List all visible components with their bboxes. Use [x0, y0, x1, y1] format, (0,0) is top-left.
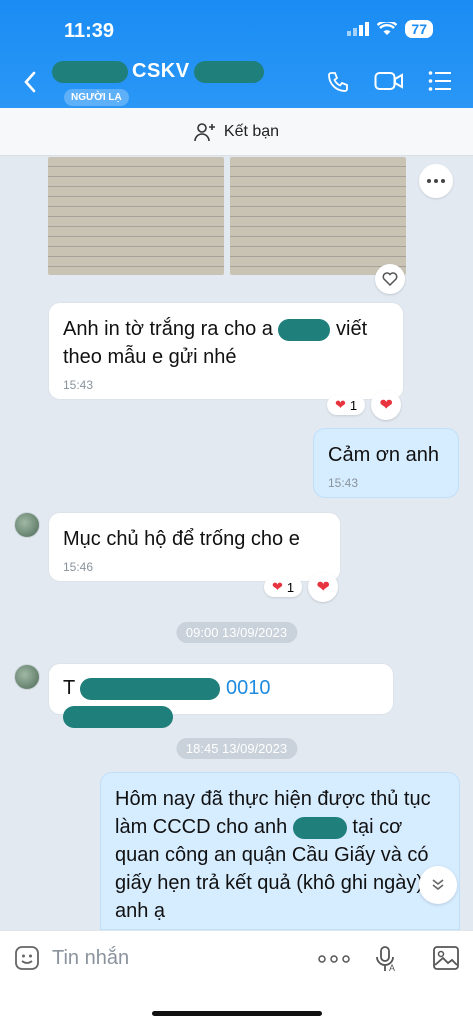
chat-header: 11:39 77 CSKV NGƯỜI LẠ [0, 0, 473, 108]
redacted-name [193, 60, 264, 83]
add-friend-label: Kết bạn [223, 122, 280, 140]
mic-icon[interactable]: A [374, 945, 398, 973]
photo-message[interactable] [48, 157, 406, 275]
redacted-text [292, 816, 347, 839]
document-photo [230, 157, 406, 275]
chevron-down-icon [432, 879, 444, 891]
message-input[interactable]: Tin nhắn [52, 947, 129, 970]
redacted-text [80, 677, 221, 700]
incoming-message[interactable]: T 0010 [48, 663, 394, 728]
document-photo [48, 157, 224, 275]
add-friend-button[interactable]: Kết bạn [0, 108, 473, 156]
message-time: 15:43 [328, 476, 359, 490]
phone-icon[interactable] [326, 70, 350, 94]
sticker-icon[interactable] [14, 945, 40, 971]
conversation-title[interactable]: CSKV NGƯỜI LẠ [52, 60, 272, 106]
heart-outline-icon [382, 272, 398, 286]
video-icon[interactable] [374, 70, 404, 92]
outgoing-message[interactable]: Hôm nay đã thực hiện được thủ tục làm CC… [100, 772, 460, 930]
message-composer: Tin nhắn A [0, 930, 473, 1024]
home-indicator [152, 1011, 322, 1016]
outgoing-message[interactable]: Cảm ơn anh 15:43 [313, 428, 459, 498]
message-link[interactable]: 0010 [226, 677, 271, 699]
redacted-text [63, 705, 173, 728]
ellipsis-icon[interactable] [318, 955, 350, 963]
menu-icon[interactable] [428, 70, 452, 92]
react-button[interactable] [375, 264, 405, 294]
status-indicators: 77 [347, 20, 433, 38]
message-text: Anh in tờ trắng ra cho a [63, 318, 273, 340]
back-arrow-icon[interactable] [22, 70, 38, 94]
redacted-name [52, 60, 128, 83]
status-time: 11:39 [64, 20, 115, 42]
redacted-text [278, 318, 331, 341]
message-text: T [63, 677, 75, 699]
heart-react-button[interactable]: ❤ [371, 390, 402, 420]
incoming-message[interactable]: Anh in tờ trắng ra cho a viết theo mẫu e… [48, 302, 404, 400]
reaction-summary[interactable]: ❤ 1 ❤ [264, 572, 339, 602]
image-icon[interactable] [432, 945, 460, 971]
scroll-down-button[interactable] [419, 866, 457, 904]
date-separator: 18:45 13/09/2023 [175, 738, 298, 759]
add-user-icon [194, 122, 215, 141]
heart-icon: ❤ [316, 579, 330, 596]
signal-icon [347, 22, 370, 36]
contact-name: CSKV [132, 60, 190, 82]
more-icon [427, 179, 445, 183]
battery-indicator: 77 [405, 20, 433, 38]
reaction-summary[interactable]: ❤ 1 ❤ [327, 390, 402, 420]
wifi-icon [377, 22, 398, 35]
avatar[interactable] [14, 664, 40, 690]
heart-react-button[interactable]: ❤ [308, 572, 339, 602]
reaction-count: 1 [286, 579, 295, 595]
stranger-badge: NGƯỜI LẠ [64, 89, 129, 106]
message-text: Cảm ơn anh [328, 444, 439, 466]
heart-icon: ❤ [335, 397, 346, 412]
message-text: Mục chủ hộ để trống cho e [63, 528, 300, 550]
more-options-button[interactable] [419, 164, 453, 198]
heart-icon: ❤ [272, 579, 283, 594]
avatar[interactable] [14, 512, 40, 538]
reaction-count: 1 [349, 397, 358, 413]
svg-text:A: A [389, 963, 395, 973]
heart-icon: ❤ [379, 397, 393, 414]
date-separator: 09:00 13/09/2023 [175, 622, 298, 643]
